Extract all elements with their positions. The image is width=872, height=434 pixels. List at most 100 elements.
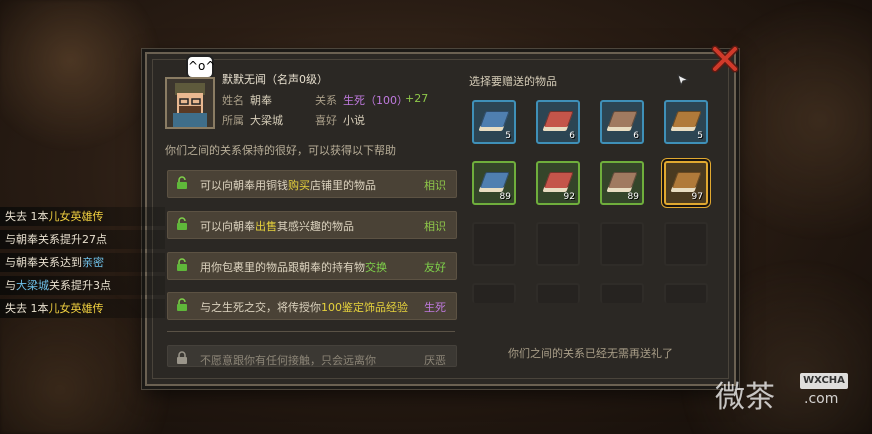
benefit-tier: 厌恶 [424,354,446,367]
book-icon [542,111,574,131]
name-label: 姓名 [222,94,244,107]
log-text: 与朝奉关系提升 [5,233,82,246]
unlock-icon [177,176,187,189]
log-entry: 失去 1本儿女英雄传 [0,207,165,226]
item-count: 89 [499,192,511,202]
npc-emote-bubble: ^o^ [186,55,215,79]
log-highlight: 儿女英雄传 [48,302,104,315]
log-entry: 与朝奉关系达到亲密 [0,253,165,272]
empty-slot [472,222,516,266]
benefit-desc: 可以向朝奉用铜钱购买店铺里的物品 [200,177,376,193]
empty-slot [600,222,644,266]
benefit-highlight: 出售 [255,220,277,233]
home-value: 大梁城 [250,114,283,127]
log-text: 失去 1本 [5,302,49,315]
benefit-tier: 相识 [424,220,446,233]
benefit-highlight: 100鉴定饰品经验 [321,301,408,314]
npc-title: 默默无闻（名声0级） [222,73,328,86]
benefit-text: 可以向朝奉 [200,220,255,233]
gift-item-slot[interactable]: 6 [536,100,580,144]
watermark-badge: WXCHA [800,373,848,389]
hobby-value: 小说 [343,114,365,127]
benefit-text: 店铺里的物品 [310,179,376,192]
log-text: 关系提升3点 [49,279,111,292]
benefit-row[interactable]: 可以向朝奉用铜钱购买店铺里的物品 相识 [167,170,457,198]
benefit-text: 用你包裹里的物品跟朝奉的持有物 [200,261,365,274]
item-count: 6 [633,131,639,141]
npc-avatar [165,77,215,129]
item-count: 5 [697,131,703,141]
relationship-summary: 你们之间的关系保持的很好，可以获得以下帮助 [165,144,396,157]
benefit-text: 其感兴趣的物品 [277,220,354,233]
watermark-domain: .com [804,391,839,407]
item-count: 97 [691,192,703,202]
book-icon [606,111,638,131]
gift-item-slot[interactable]: 6 [600,100,644,144]
item-count: 92 [563,192,575,202]
relation-label: 关系 [315,94,337,107]
empty-slot [472,283,516,303]
log-text: 与朝奉关系达到 [5,256,82,269]
gift-item-slot[interactable]: 97 [664,161,708,205]
log-highlight: 亲密 [82,256,104,269]
item-count: 6 [569,131,575,141]
benefit-desc: 用你包裹里的物品跟朝奉的持有物交换 [200,259,387,275]
book-icon [670,111,702,131]
divider [167,331,455,332]
unlock-icon [177,217,187,230]
lock-icon [177,351,187,364]
hobby-label: 喜好 [315,114,337,127]
benefit-desc: 不愿意跟你有任何接触，只会远离你 [200,354,376,367]
benefit-text: 可以向朝奉用铜钱 [200,179,288,192]
benefit-row-locked: 不愿意跟你有任何接触，只会远离你 厌恶 [167,345,457,367]
gift-title: 选择要赠送的物品 [469,75,557,88]
item-count: 5 [505,131,511,141]
gift-item-slot[interactable]: 89 [600,161,644,205]
unlock-icon [177,298,187,311]
benefit-highlight: 购买 [288,179,310,192]
home-label: 所属 [222,114,244,127]
book-icon [670,172,702,192]
gift-footer: 你们之间的关系已经无需再送礼了 [508,347,673,360]
log-text: 失去 1本 [5,210,49,223]
gift-item-slot[interactable]: 5 [472,100,516,144]
log-entry: 与大梁城关系提升3点 [0,276,165,295]
log-highlight: 大梁城 [16,279,49,292]
book-icon [606,172,638,192]
log-text: 与 [5,279,16,292]
benefit-desc: 与之生死之交，将传授你100鉴定饰品经验 [200,299,408,315]
cursor-icon [677,74,690,87]
book-icon [478,172,510,192]
log-entry: 与朝奉关系提升27点 [0,230,165,249]
item-count: 89 [627,192,639,202]
gift-item-slot[interactable]: 89 [472,161,516,205]
benefit-tier: 友好 [424,261,446,274]
close-icon[interactable] [710,44,740,74]
log-highlight: 儿女英雄传 [48,210,104,223]
empty-slot [600,283,644,303]
empty-slot [664,222,708,266]
book-icon [478,111,510,131]
benefit-tier: 生死 [424,301,446,314]
gift-item-slot[interactable]: 5 [664,100,708,144]
benefit-row[interactable]: 与之生死之交，将传授你100鉴定饰品经验 生死 [167,292,457,320]
unlock-icon [177,258,187,271]
benefit-tier: 相识 [424,179,446,192]
relation-delta: +27 [405,92,429,105]
relation-value: 生死（100） [343,94,408,107]
empty-slot [536,222,580,266]
name-value: 朝奉 [250,94,272,107]
benefit-highlight: 交换 [365,261,387,274]
empty-slot [664,283,708,303]
benefit-row[interactable]: 可以向朝奉出售其感兴趣的物品 相识 [167,211,457,239]
benefit-row[interactable]: 用你包裹里的物品跟朝奉的持有物交换 友好 [167,252,457,280]
log-entry: 失去 1本儿女英雄传 [0,299,165,318]
benefit-text: 与之生死之交，将传授你 [200,301,321,314]
watermark-logo: 微茶 [715,380,775,415]
gift-item-slot[interactable]: 92 [536,161,580,205]
empty-slot [536,283,580,303]
book-icon [542,172,574,192]
benefit-desc: 可以向朝奉出售其感兴趣的物品 [200,218,354,234]
npc-portrait-icon [173,83,207,127]
log-text: 27点 [82,233,107,246]
